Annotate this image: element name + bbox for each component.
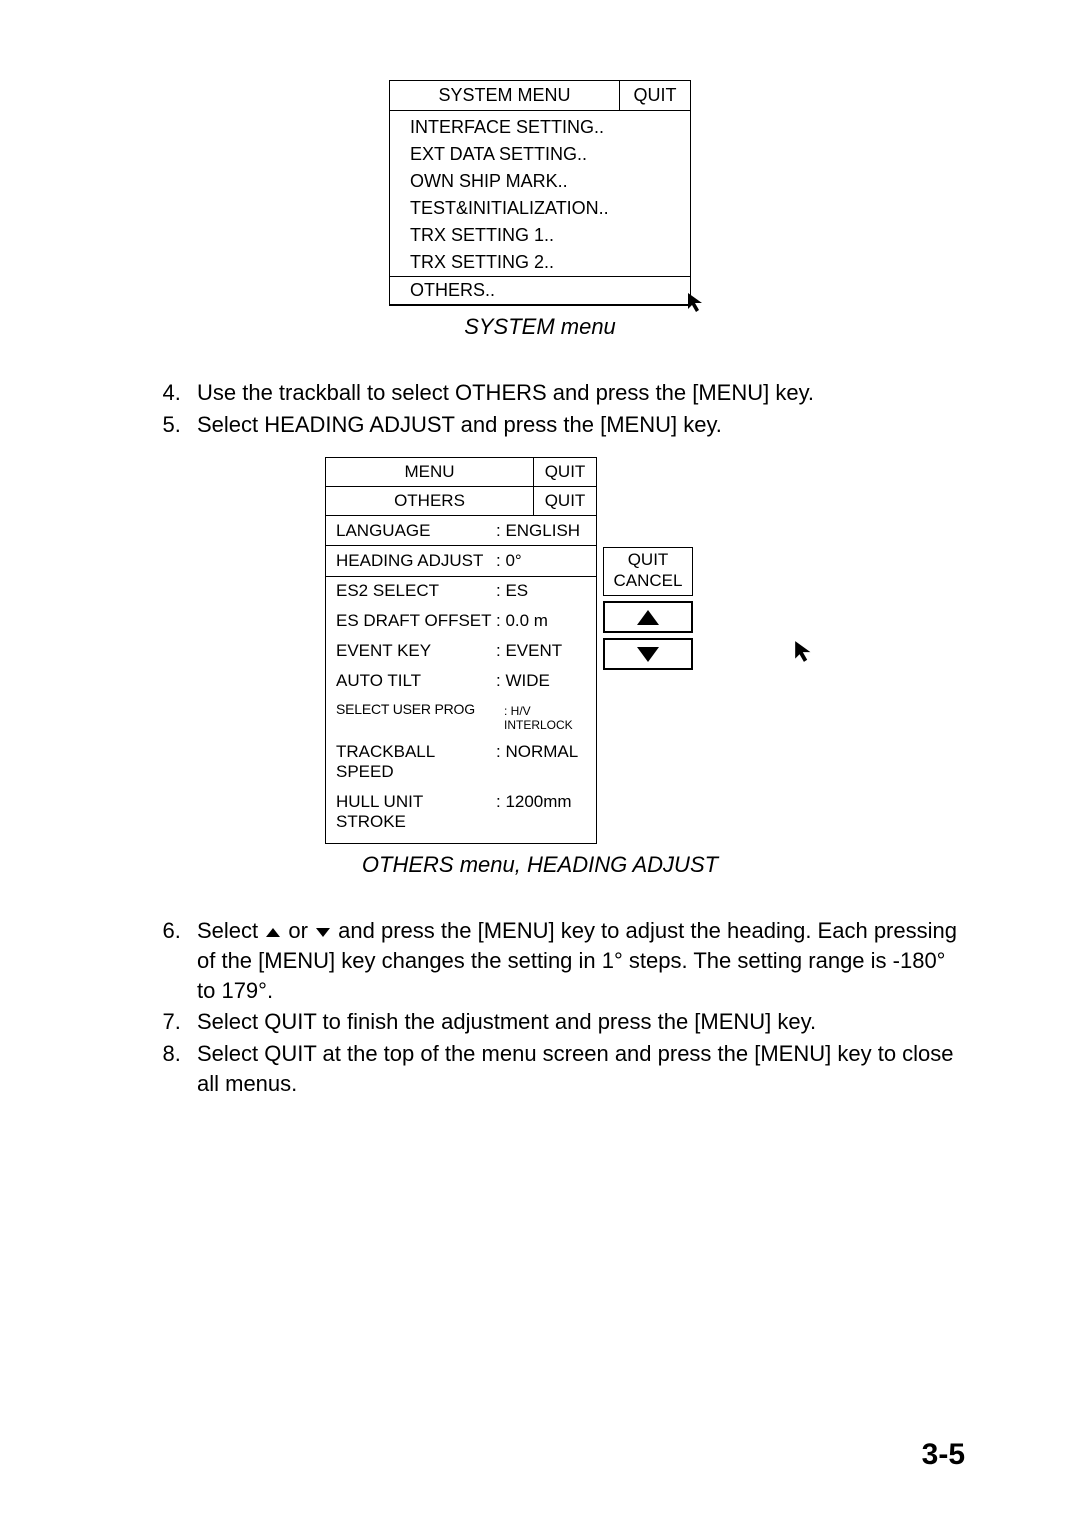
others-row-value: : 1200mm bbox=[496, 792, 596, 832]
others-menu-title-sub: OTHERS bbox=[326, 487, 534, 515]
others-row-value: : ES bbox=[496, 581, 596, 601]
system-menu-header: SYSTEM MENU QUIT bbox=[390, 81, 690, 111]
others-row-label: SELECT USER PROG bbox=[336, 701, 504, 732]
page-number: 3-5 bbox=[922, 1438, 965, 1472]
others-row-label: LANGUAGE bbox=[336, 521, 496, 541]
instruction-item: Select QUIT at the top of the menu scree… bbox=[187, 1039, 965, 1098]
triangle-down-icon bbox=[637, 647, 659, 662]
others-row-label: HEADING ADJUST bbox=[336, 551, 496, 571]
system-menu-quit[interactable]: QUIT bbox=[620, 81, 690, 110]
triangle-up-icon bbox=[266, 928, 280, 937]
arrow-down-button[interactable] bbox=[603, 638, 693, 670]
others-menu-row[interactable]: TRACKBALL SPEED: NORMAL bbox=[326, 737, 596, 787]
others-menu-header-sub: OTHERS QUIT bbox=[326, 487, 596, 516]
system-menu-box: SYSTEM MENU QUIT INTERFACE SETTING.. EXT… bbox=[389, 80, 691, 306]
system-menu-item[interactable]: TEST&INITIALIZATION.. bbox=[406, 195, 690, 222]
system-menu-item[interactable]: TRX SETTING 1.. bbox=[406, 222, 690, 249]
others-row-value: : ENGLISH bbox=[496, 521, 596, 541]
others-menu-row[interactable]: AUTO TILT: WIDE bbox=[326, 666, 596, 696]
instruction-list-a: Use the trackball to select OTHERS and p… bbox=[115, 378, 965, 439]
others-menu-row[interactable]: SELECT USER PROG: H/V INTERLOCK bbox=[326, 696, 596, 737]
others-menu-row[interactable]: LANGUAGE: ENGLISH bbox=[326, 516, 596, 546]
triangle-down-icon bbox=[316, 928, 330, 937]
others-row-label: ES DRAFT OFFSET bbox=[336, 611, 496, 631]
popup-quit-cancel[interactable]: QUIT CANCEL bbox=[603, 547, 693, 596]
system-menu-item[interactable]: TRX SETTING 2.. bbox=[406, 249, 690, 276]
system-menu-item[interactable]: OWN SHIP MARK.. bbox=[406, 168, 690, 195]
cursor-icon bbox=[686, 291, 708, 313]
others-row-value: : NORMAL bbox=[496, 742, 596, 782]
others-menu-title-top: MENU bbox=[326, 458, 534, 486]
others-menu-main: MENU QUIT OTHERS QUIT LANGUAGE: ENGLISHH… bbox=[325, 457, 597, 844]
instruction-item: Select HEADING ADJUST and press the [MEN… bbox=[187, 410, 965, 440]
others-menu-row[interactable]: ES2 SELECT: ES bbox=[326, 576, 596, 606]
system-menu-body: INTERFACE SETTING.. EXT DATA SETTING.. O… bbox=[390, 111, 690, 305]
others-menu-caption: OTHERS menu, HEADING ADJUST bbox=[115, 852, 965, 878]
others-row-label: HULL UNIT STROKE bbox=[336, 792, 496, 832]
others-menu-quit-top[interactable]: QUIT bbox=[534, 458, 596, 486]
system-menu-title: SYSTEM MENU bbox=[390, 81, 620, 110]
cursor-icon bbox=[793, 639, 817, 663]
others-menu-row-selected[interactable]: HEADING ADJUST: 0° bbox=[326, 545, 596, 577]
others-row-value: : 0.0 m bbox=[496, 611, 596, 631]
others-menu-row[interactable]: EVENT KEY: EVENT bbox=[326, 636, 596, 666]
others-menu-box: MENU QUIT OTHERS QUIT LANGUAGE: ENGLISHH… bbox=[325, 457, 755, 844]
system-menu-caption: SYSTEM menu bbox=[115, 314, 965, 340]
instruction-item: Use the trackball to select OTHERS and p… bbox=[187, 378, 965, 408]
heading-adjust-popup: QUIT CANCEL bbox=[603, 547, 693, 675]
document-page: SYSTEM MENU QUIT INTERFACE SETTING.. EXT… bbox=[0, 0, 1080, 1528]
others-row-value: : EVENT bbox=[496, 641, 596, 661]
instruction-item: Select QUIT to finish the adjustment and… bbox=[187, 1007, 965, 1037]
system-menu-item-selected[interactable]: OTHERS.. bbox=[390, 276, 690, 305]
others-menu-row[interactable]: HULL UNIT STROKE: 1200mm bbox=[326, 787, 596, 837]
system-menu-item[interactable]: EXT DATA SETTING.. bbox=[406, 141, 690, 168]
instruction-list-b: Select or and press the [MENU] key to ad… bbox=[115, 916, 965, 1098]
others-row-value: : H/V INTERLOCK bbox=[504, 701, 596, 732]
others-row-value: : 0° bbox=[496, 551, 596, 571]
others-menu-quit-sub[interactable]: QUIT bbox=[534, 487, 596, 515]
others-menu-row[interactable]: ES DRAFT OFFSET: 0.0 m bbox=[326, 606, 596, 636]
instruction-item: Select or and press the [MENU] key to ad… bbox=[187, 916, 965, 1005]
popup-quit[interactable]: QUIT bbox=[604, 550, 692, 570]
others-row-label: ES2 SELECT bbox=[336, 581, 496, 601]
others-row-label: TRACKBALL SPEED bbox=[336, 742, 496, 782]
others-row-label: EVENT KEY bbox=[336, 641, 496, 661]
others-row-value: : WIDE bbox=[496, 671, 596, 691]
others-menu-rows: LANGUAGE: ENGLISHHEADING ADJUST: 0°ES2 S… bbox=[326, 516, 596, 843]
popup-cancel[interactable]: CANCEL bbox=[604, 571, 692, 591]
others-row-label: AUTO TILT bbox=[336, 671, 496, 691]
triangle-up-icon bbox=[637, 610, 659, 625]
arrow-up-button[interactable] bbox=[603, 601, 693, 633]
others-menu-header-top: MENU QUIT bbox=[326, 458, 596, 487]
system-menu-item[interactable]: INTERFACE SETTING.. bbox=[406, 114, 690, 141]
